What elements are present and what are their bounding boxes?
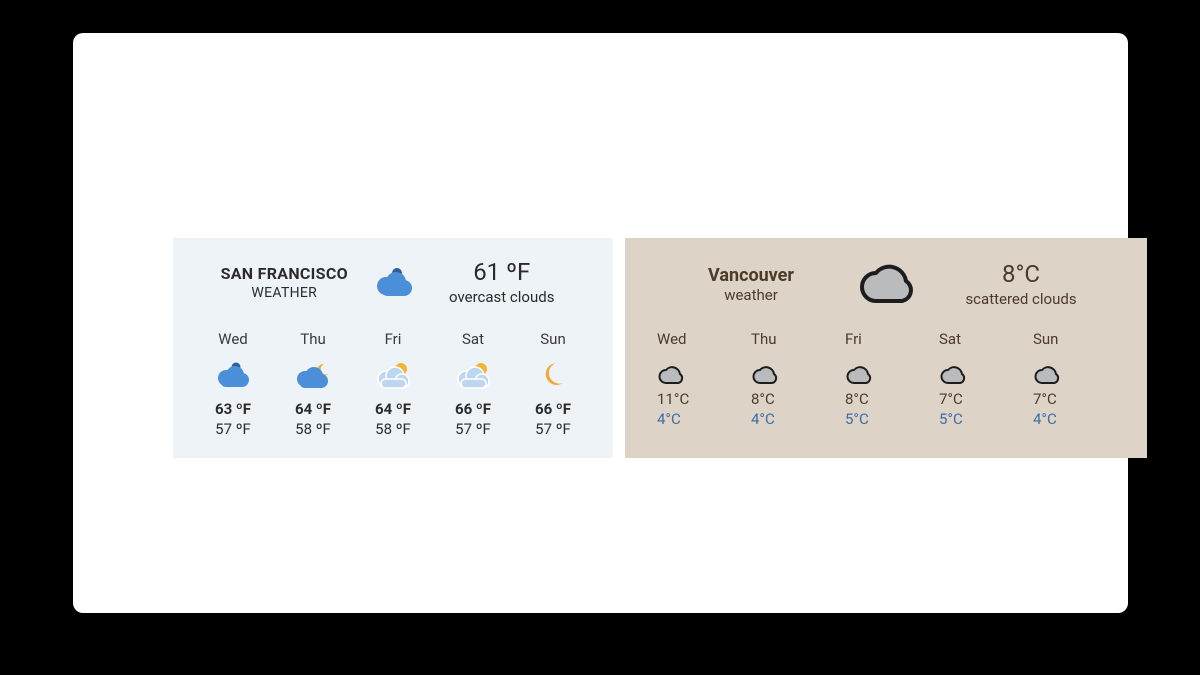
sf-subtitle: WEATHER (203, 285, 366, 301)
van-city-name: Vancouver (661, 265, 841, 286)
van-day-high: 8°C (845, 390, 933, 408)
sf-day: Sat 66 ºF 57 ºF (433, 330, 513, 438)
van-current-desc: scattered clouds (931, 290, 1111, 308)
moon-icon (513, 356, 593, 394)
van-current-temp: 8°C (931, 260, 1111, 288)
van-day-low: 5°C (939, 410, 1027, 428)
cloud-icon (366, 266, 421, 298)
van-day-low: 4°C (751, 410, 839, 428)
sf-day-high: 66 ºF (513, 400, 593, 418)
cloud-outline-icon (939, 352, 1027, 386)
sf-day-name: Sat (433, 330, 513, 348)
van-day: Wed 11°C 4°C (651, 330, 745, 428)
sf-forecast: Wed 63 ºF 57 ºF Thu (193, 330, 593, 438)
sf-day-high: 66 ºF (433, 400, 513, 418)
van-day-high: 7°C (1033, 390, 1121, 408)
cloud-moon-icon (273, 356, 353, 394)
sf-day-high: 64 ºF (273, 400, 353, 418)
cloud-outline-icon (845, 352, 933, 386)
sf-current-temp: 61 ºF (421, 258, 584, 286)
sf-day-high: 64 ºF (353, 400, 433, 418)
cloud-outline-icon (841, 261, 931, 307)
sf-day-name: Sun (513, 330, 593, 348)
sf-title-block: SAN FRANCISCO WEATHER (203, 264, 366, 301)
cloud-sun-icon (433, 356, 513, 394)
sf-day: Thu 64 ºF 58 ºF (273, 330, 353, 438)
sf-day: Fri 64 ºF 58 ºF (353, 330, 433, 438)
sf-day-low: 57 ºF (193, 420, 273, 438)
sf-day-name: Wed (193, 330, 273, 348)
van-day-high: 11°C (657, 390, 745, 408)
van-title-block: Vancouver weather (661, 265, 841, 304)
sf-day-high: 63 ºF (193, 400, 273, 418)
van-day: Sat 7°C 5°C (933, 330, 1027, 428)
showcase-card: SAN FRANCISCO WEATHER 61 ºF (73, 33, 1128, 613)
van-day-high: 8°C (751, 390, 839, 408)
cloud-icon (193, 356, 273, 394)
van-day-name: Thu (751, 330, 839, 348)
sf-day-low: 57 ºF (433, 420, 513, 438)
sf-day-low: 58 ºF (273, 420, 353, 438)
van-day-name: Fri (845, 330, 933, 348)
van-day-high: 7°C (939, 390, 1027, 408)
sf-current-desc: overcast clouds (421, 288, 584, 306)
van-current: 8°C scattered clouds (931, 260, 1111, 308)
sf-current: 61 ºF overcast clouds (421, 258, 584, 306)
van-day-name: Sun (1033, 330, 1121, 348)
van-day: Fri 8°C 5°C (839, 330, 933, 428)
sf-city-name: SAN FRANCISCO (203, 264, 366, 283)
van-day-low: 5°C (845, 410, 933, 428)
sf-day-low: 58 ºF (353, 420, 433, 438)
cloud-outline-icon (657, 352, 745, 386)
cloud-sun-icon (353, 356, 433, 394)
sf-day-name: Thu (273, 330, 353, 348)
van-day-name: Sat (939, 330, 1027, 348)
van-day: Sun 7°C 4°C (1027, 330, 1121, 428)
cloud-outline-icon (1033, 352, 1121, 386)
van-subtitle: weather (661, 286, 841, 304)
sf-day: Sun 66 ºF 57 ºF (513, 330, 593, 438)
sf-day: Wed 63 ºF 57 ºF (193, 330, 273, 438)
van-day-low: 4°C (1033, 410, 1121, 428)
van-day-name: Wed (657, 330, 745, 348)
sf-day-low: 57 ºF (513, 420, 593, 438)
van-day: Thu 8°C 4°C (745, 330, 839, 428)
weather-widget-vancouver: Vancouver weather 8°C scattered clouds (625, 238, 1147, 458)
van-forecast: Wed 11°C 4°C Thu 8°C 4°C (651, 330, 1121, 428)
cloud-outline-icon (751, 352, 839, 386)
weather-widget-sf: SAN FRANCISCO WEATHER 61 ºF (173, 238, 613, 458)
sf-day-name: Fri (353, 330, 433, 348)
van-day-low: 4°C (657, 410, 745, 428)
